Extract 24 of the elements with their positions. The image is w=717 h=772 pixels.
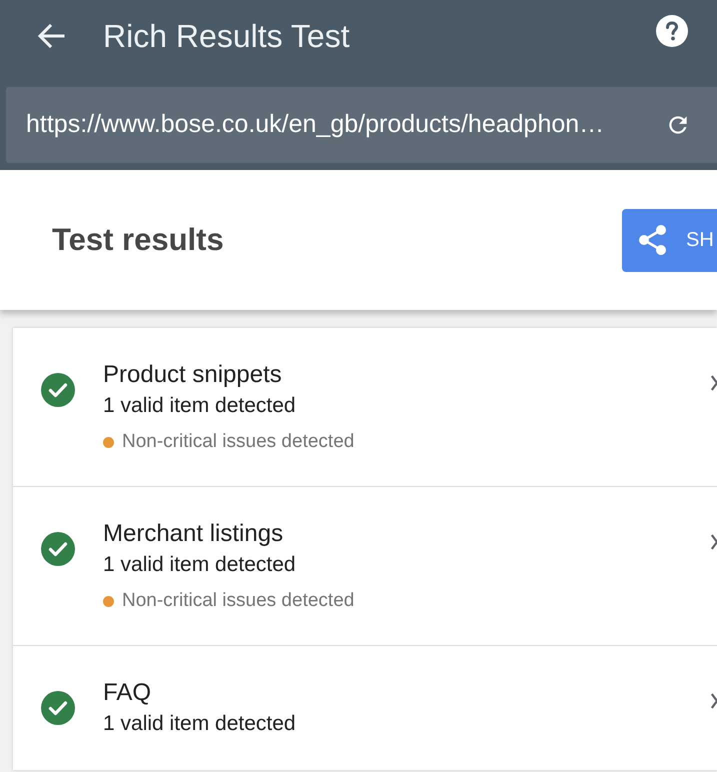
results-heading: Test results	[52, 220, 224, 259]
result-detail: 1 valid item detected	[103, 552, 297, 578]
share-button[interactable]: SH	[622, 208, 717, 272]
result-detail: 1 valid item detected	[103, 711, 296, 737]
chevron-icon[interactable]	[711, 375, 717, 391]
app-title: Rich Results Test	[103, 17, 350, 56]
result-row[interactable]: Product snippets 1 valid item detected Non-critical issues detected	[13, 328, 717, 487]
back-arrow-icon[interactable]	[37, 23, 65, 49]
url-field[interactable]: https://www.bose.co.uk/en_gb/products/headphon…	[6, 87, 717, 163]
issues-text: Non-critical issues detected	[122, 589, 354, 613]
issues-text: Non-critical issues detected	[122, 430, 354, 454]
chevron-icon[interactable]	[711, 693, 717, 709]
url-text: https://www.bose.co.uk/en_gb/products/headphon…	[26, 109, 604, 140]
result-row[interactable]: Merchant listings 1 valid item detected Non-critical issues detected	[13, 487, 717, 646]
chevron-icon[interactable]	[711, 534, 717, 550]
result-title: FAQ	[103, 678, 152, 708]
help-icon[interactable]	[656, 15, 688, 47]
warning-dot-icon	[103, 436, 114, 448]
result-row[interactable]: FAQ 1 valid item detected	[13, 646, 717, 770]
warning-dot-icon	[103, 596, 114, 606]
result-title: Product snippets	[103, 360, 283, 390]
result-detail: 1 valid item detected	[103, 393, 297, 419]
share-icon	[638, 224, 668, 256]
result-title: Merchant listings	[103, 519, 284, 549]
